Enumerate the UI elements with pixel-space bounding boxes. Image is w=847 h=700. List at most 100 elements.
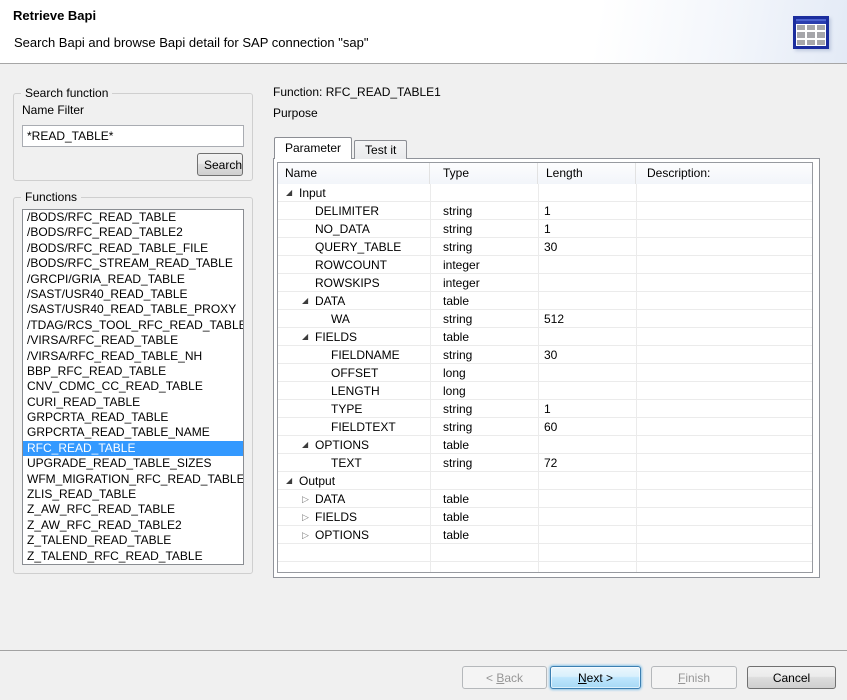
function-list-item[interactable]: RFC_READ_TABLE — [23, 441, 243, 456]
function-list-item[interactable]: CNV_CDMC_CC_READ_TABLE — [23, 379, 243, 394]
param-name-cell: Input — [278, 184, 430, 202]
param-name-cell: NO_DATA — [278, 220, 430, 238]
function-list-item[interactable]: Z_AW_RFC_READ_TABLE2 — [23, 518, 243, 533]
param-name-cell: ROWCOUNT — [278, 256, 430, 274]
parameter-row[interactable]: Input — [278, 184, 812, 202]
tab-parameter[interactable]: Parameter — [274, 137, 352, 159]
param-name-text: OPTIONS — [315, 438, 369, 452]
tree-toggle-icon[interactable] — [302, 526, 315, 544]
page-title: Retrieve Bapi — [13, 8, 96, 23]
function-list-item[interactable]: /SAST/USR40_READ_TABLE — [23, 287, 243, 302]
parameter-row[interactable]: TYPE string 1 — [278, 400, 812, 418]
functions-group-legend: Functions — [21, 190, 81, 204]
wizard-header: Retrieve Bapi Search Bapi and browse Bap… — [0, 0, 847, 64]
param-length-cell — [538, 508, 636, 526]
function-list-item[interactable]: ZLIS_READ_TABLE — [23, 487, 243, 502]
param-name-text: OFFSET — [331, 366, 378, 380]
param-description-cell — [636, 274, 812, 292]
param-name-cell: OFFSET — [278, 364, 430, 382]
purpose-label: Purpose — [273, 106, 318, 120]
parameter-row[interactable]: FIELDNAME string 30 — [278, 346, 812, 364]
functions-group: Functions /BODS/RFC_READ_TABLE /BODS/RFC… — [13, 197, 253, 574]
function-list-item[interactable]: Z_TALEND_RFC_READ_TABLE — [23, 549, 243, 564]
cancel-button[interactable]: Cancel — [747, 666, 836, 689]
function-list-item[interactable]: /BODS/RFC_STREAM_READ_TABLE — [23, 256, 243, 271]
function-list-item[interactable]: UPGRADE_READ_TABLE_SIZES — [23, 456, 243, 471]
tab-test-it[interactable]: Test it — [354, 140, 407, 159]
parameter-row[interactable]: FIELDS table — [278, 508, 812, 526]
parameter-row[interactable]: Output — [278, 472, 812, 490]
function-list-item[interactable]: Z_AW_RFC_READ_TABLE — [23, 502, 243, 517]
param-length-cell: 512 — [538, 310, 636, 328]
name-filter-label: Name Filter — [22, 103, 84, 117]
parameter-row[interactable]: DELIMITER string 1 — [278, 202, 812, 220]
function-list-item[interactable]: WFM_MIGRATION_RFC_READ_TABLE — [23, 472, 243, 487]
column-header-name[interactable]: Name — [278, 163, 430, 184]
function-list-item[interactable]: /TDAG/RCS_TOOL_RFC_READ_TABLE — [23, 318, 243, 333]
parameter-row[interactable]: ROWSKIPS integer — [278, 274, 812, 292]
function-list-item[interactable]: GRPCRTA_READ_TABLE — [23, 410, 243, 425]
tree-toggle-icon[interactable] — [302, 508, 315, 526]
function-name-label: Function: RFC_READ_TABLE1 — [273, 85, 441, 99]
parameter-row[interactable]: NO_DATA string 1 — [278, 220, 812, 238]
function-list-item[interactable]: /BODS/RFC_READ_TABLE_FILE — [23, 241, 243, 256]
param-name-cell: DATA — [278, 490, 430, 508]
function-list-item[interactable]: /SAST/USR40_READ_TABLE_PROXY — [23, 302, 243, 317]
parameter-row[interactable]: WA string 512 — [278, 310, 812, 328]
parameter-row[interactable]: FIELDTEXT string 60 — [278, 418, 812, 436]
param-name-cell: OPTIONS — [278, 436, 430, 454]
param-description-cell — [636, 508, 812, 526]
parameter-row[interactable]: OPTIONS table — [278, 526, 812, 544]
param-name-text: QUERY_TABLE — [315, 240, 401, 254]
parameter-row[interactable]: DATA table — [278, 490, 812, 508]
wizard-button-bar: < Back Next > Finish Cancel — [462, 666, 836, 689]
param-name-cell: WA — [278, 310, 430, 328]
column-header-description[interactable]: Description: — [636, 163, 812, 184]
tree-toggle-icon[interactable] — [286, 472, 299, 490]
param-type-cell: integer — [430, 274, 538, 292]
tree-toggle-icon[interactable] — [286, 184, 299, 202]
search-button[interactable]: Search — [197, 153, 243, 176]
param-description-cell — [636, 220, 812, 238]
name-filter-input[interactable] — [22, 125, 244, 147]
parameter-row[interactable]: DATA table — [278, 292, 812, 310]
param-description-cell — [636, 256, 812, 274]
param-name-text: FIELDNAME — [331, 348, 400, 362]
param-length-cell: 1 — [538, 400, 636, 418]
param-type-cell: table — [430, 328, 538, 346]
function-list-item[interactable]: /VIRSA/RFC_READ_TABLE — [23, 333, 243, 348]
function-list-item[interactable]: /GRCPI/GRIA_READ_TABLE — [23, 272, 243, 287]
function-list-item[interactable]: /VIRSA/RFC_READ_TABLE_NH — [23, 349, 243, 364]
param-type-cell: table — [430, 508, 538, 526]
function-list-item[interactable]: /BODS/RFC_READ_TABLE2 — [23, 225, 243, 240]
parameter-row[interactable]: OPTIONS table — [278, 436, 812, 454]
function-list-item[interactable]: BBP_RFC_READ_TABLE — [23, 364, 243, 379]
parameter-table-body: Input DELIMITER string 1 NO_DATA — [278, 184, 812, 572]
parameter-row[interactable]: FIELDS table — [278, 328, 812, 346]
tree-toggle-icon[interactable] — [302, 292, 315, 310]
param-name-cell: ROWSKIPS — [278, 274, 430, 292]
parameter-row[interactable]: OFFSET long — [278, 364, 812, 382]
function-list-item[interactable]: Z_TALEND_READ_TABLE — [23, 533, 243, 548]
column-header-length[interactable]: Length — [538, 163, 636, 184]
next-button[interactable]: Next > — [550, 666, 641, 689]
tree-toggle-icon[interactable] — [302, 490, 315, 508]
param-name-text: FIELDTEXT — [331, 420, 396, 434]
param-name-cell: DATA — [278, 292, 430, 310]
column-header-type[interactable]: Type — [430, 163, 538, 184]
function-list-item[interactable]: GRPCRTA_READ_TABLE_NAME — [23, 425, 243, 440]
param-length-cell: 1 — [538, 220, 636, 238]
function-list-item[interactable]: /BODS/RFC_READ_TABLE — [23, 210, 243, 225]
parameter-row[interactable]: QUERY_TABLE string 30 — [278, 238, 812, 256]
tree-toggle-icon[interactable] — [302, 436, 315, 454]
parameter-row[interactable]: ROWCOUNT integer — [278, 256, 812, 274]
icon-header-bar — [796, 19, 826, 24]
function-list-item[interactable]: CURI_READ_TABLE — [23, 395, 243, 410]
parameter-tab-content: Name Type Length Description: Input — [273, 158, 820, 578]
tree-toggle-icon[interactable] — [302, 328, 315, 346]
param-name-text: DELIMITER — [315, 204, 379, 218]
parameter-row[interactable]: LENGTH long — [278, 382, 812, 400]
functions-list[interactable]: /BODS/RFC_READ_TABLE /BODS/RFC_READ_TABL… — [22, 209, 244, 565]
param-name-text: NO_DATA — [315, 222, 370, 236]
parameter-row[interactable]: TEXT string 72 — [278, 454, 812, 472]
